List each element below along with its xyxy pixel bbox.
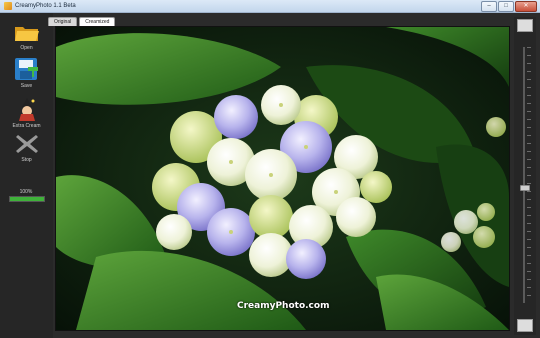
progress-indicator: 100% (9, 189, 45, 202)
wizard-icon (18, 98, 35, 121)
maximize-button[interactable]: □ (498, 1, 514, 12)
minimize-button[interactable]: – (481, 1, 497, 12)
folder-icon (14, 27, 39, 41)
large-image-icon (517, 19, 533, 32)
save-button[interactable]: Save (0, 57, 53, 89)
progress-text: 100% (19, 189, 33, 195)
stop-label: Stop (21, 157, 32, 163)
save-disk-icon (14, 58, 38, 80)
save-label: Save (20, 83, 33, 89)
stop-x-icon (15, 135, 38, 153)
open-label: Open (20, 45, 33, 51)
progress-fill (10, 197, 44, 201)
extra-creamy-button[interactable]: Extra Cream (0, 97, 53, 129)
extra-creamy-label: Extra Cream (12, 123, 41, 129)
sidebar-toolbar: Open Save Extra Cream Stop 100% (0, 13, 53, 338)
slider-rail (523, 47, 525, 303)
app-icon (4, 2, 12, 10)
slider-ticks (527, 47, 531, 303)
tab-creamized[interactable]: Creamized (79, 17, 116, 26)
progress-track (9, 196, 45, 202)
image-viewer[interactable]: CreamyPhoto.com (55, 26, 510, 331)
hydrangea-photo (56, 27, 509, 330)
open-button[interactable]: Open (0, 23, 53, 51)
slider-knob[interactable] (520, 184, 530, 191)
title-bar: CreamyPhoto 1.1 Beta – □ ✕ (0, 0, 540, 13)
watermark-text: CreamyPhoto.com (237, 301, 330, 311)
small-image-icon (517, 319, 533, 332)
close-button[interactable]: ✕ (515, 1, 537, 12)
view-tabs: Original Creamized (48, 17, 116, 26)
window-controls: – □ ✕ (481, 1, 537, 12)
window-title: CreamyPhoto 1.1 Beta (15, 3, 76, 9)
tab-original[interactable]: Original (48, 17, 78, 26)
zoom-slider[interactable] (514, 17, 536, 335)
stop-button[interactable]: Stop (0, 133, 53, 163)
